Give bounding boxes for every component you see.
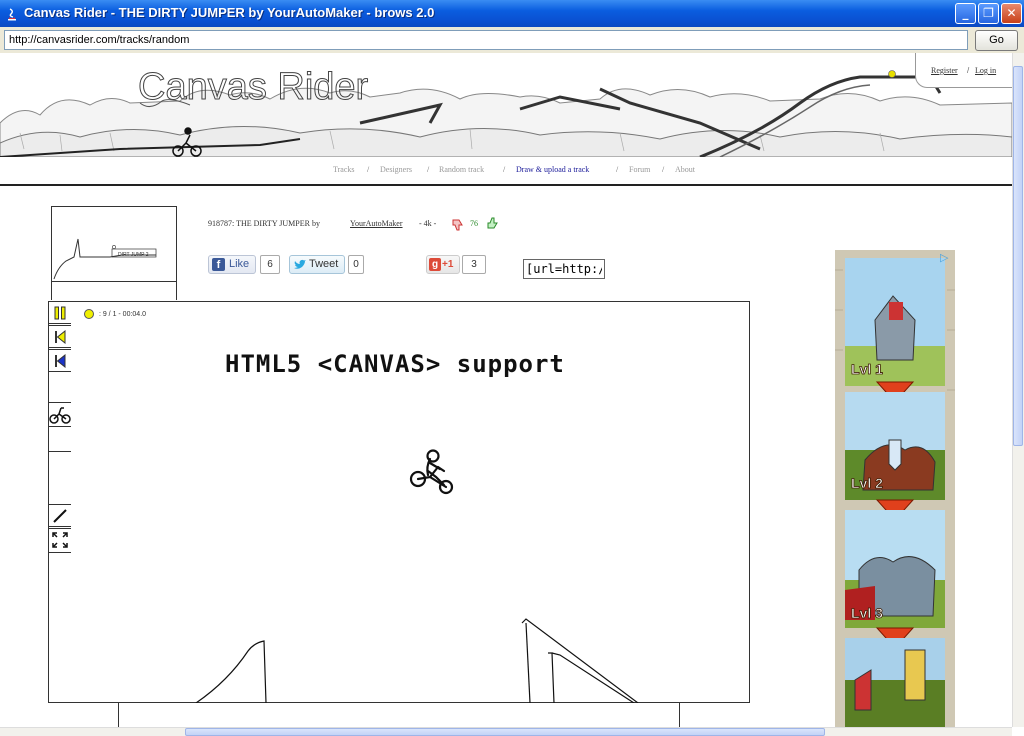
site-logo: Canvas Rider (138, 66, 369, 108)
like-count: 6 (260, 255, 280, 274)
plus-one-label: +1 (442, 259, 454, 270)
thumbnail-sign: DIRT JUMP 2 (118, 252, 149, 258)
nav-tracks[interactable]: Tracks (333, 165, 354, 174)
url-input[interactable] (4, 30, 968, 50)
nav-about[interactable]: About (675, 165, 695, 174)
nav-separator: / (367, 165, 370, 174)
view-count: - 4k - (419, 219, 437, 228)
ad-level-2: Lvl 2 (851, 475, 883, 491)
tweet-label: Tweet (309, 258, 339, 270)
nav-separator: / (427, 165, 430, 174)
ad-artwork: Lvl 1 Lvl 2 Lvl 3 (835, 250, 955, 727)
facebook-like-button[interactable]: f Like (208, 255, 256, 274)
nav-divider (0, 184, 1012, 186)
canvas-support-message: HTML5 <CANVAS> support (225, 350, 565, 378)
target-star-icon (84, 309, 94, 319)
facebook-icon: f (212, 258, 225, 271)
twitter-bird-icon (294, 259, 306, 269)
draw-line-button[interactable] (48, 504, 71, 527)
minimize-button[interactable]: _ (955, 3, 976, 24)
toolbar-spacer (48, 428, 71, 452)
web-page: Canvas Rider Register / Log in Tracks / … (0, 53, 1012, 727)
horizontal-scroll-thumb[interactable] (185, 728, 825, 736)
ad-level-1: Lvl 1 (851, 361, 883, 377)
embed-code-input[interactable] (523, 259, 605, 279)
advertisement-banner[interactable]: Lvl 1 Lvl 2 Lvl 3 (835, 250, 955, 727)
nav-random-track[interactable]: Random track (439, 165, 484, 174)
google-g-icon: g (429, 258, 441, 271)
like-label: Like (229, 258, 250, 270)
java-app-icon (8, 8, 16, 21)
vertical-scroll-thumb[interactable] (1013, 66, 1023, 446)
tweet-count: 0 (348, 255, 364, 274)
close-button[interactable]: ✕ (1001, 3, 1022, 24)
login-link[interactable]: Log in (975, 66, 996, 75)
fullscreen-icon (52, 532, 68, 548)
skip-back-icon (55, 353, 66, 369)
account-box: Register / Log in (915, 53, 1012, 88)
thumbnail-preview: DIRT JUMP 2 (53, 238, 157, 280)
plus-one-count: 3 (462, 255, 486, 274)
hud-stats: : 9 / 1 - 00:04.0 (98, 310, 147, 318)
nav-separator: / (662, 165, 665, 174)
track-title: 918787: THE DIRTY JUMPER by (208, 219, 320, 228)
thumbnail-frame (51, 282, 177, 300)
pause-button[interactable] (48, 301, 71, 324)
go-button[interactable]: Go (975, 30, 1018, 51)
author-link[interactable]: YourAutoMaker (350, 219, 403, 228)
game-toolbar (48, 301, 71, 553)
game-hud: : 9 / 1 - 00:04.0 (84, 309, 146, 319)
bike-icon (49, 407, 71, 424)
fullscreen-button[interactable] (48, 528, 71, 553)
restart-button[interactable] (48, 325, 71, 348)
track-thumbnail[interactable]: DIRT JUMP 2 (51, 206, 177, 282)
thumbs-up-icon[interactable] (486, 216, 500, 230)
nav-draw-upload[interactable]: Draw & upload a track (516, 165, 589, 174)
nav-forum[interactable]: Forum (629, 165, 650, 174)
nav-separator: / (616, 165, 619, 174)
account-separator: / (967, 66, 970, 75)
nav-designers[interactable]: Designers (380, 165, 412, 174)
previous-checkpoint-button[interactable] (48, 349, 71, 372)
google-plus-button[interactable]: g +1 (426, 255, 460, 274)
header-landscape-illustration: Canvas Rider (0, 66, 1012, 157)
thumbs-down-icon[interactable] (451, 218, 465, 232)
window-title: Canvas Rider - THE DIRTY JUMPER by YourA… (24, 5, 435, 20)
maximize-button[interactable]: ❐ (978, 3, 999, 24)
register-link[interactable]: Register (931, 66, 958, 75)
restart-icon (55, 329, 66, 345)
bmx-rider-sprite (409, 449, 454, 495)
nav-separator: / (503, 165, 506, 174)
tweet-button[interactable]: Tweet (289, 255, 345, 274)
line-tool-icon (53, 509, 67, 523)
vote-count: 76 (470, 219, 478, 228)
bike-switch-button[interactable] (48, 402, 71, 427)
pause-icon (54, 306, 66, 320)
ad-level-3: Lvl 3 (851, 605, 883, 621)
content-frame-bottom (118, 703, 680, 727)
ad-choices-icon[interactable]: ▷ (940, 251, 948, 264)
